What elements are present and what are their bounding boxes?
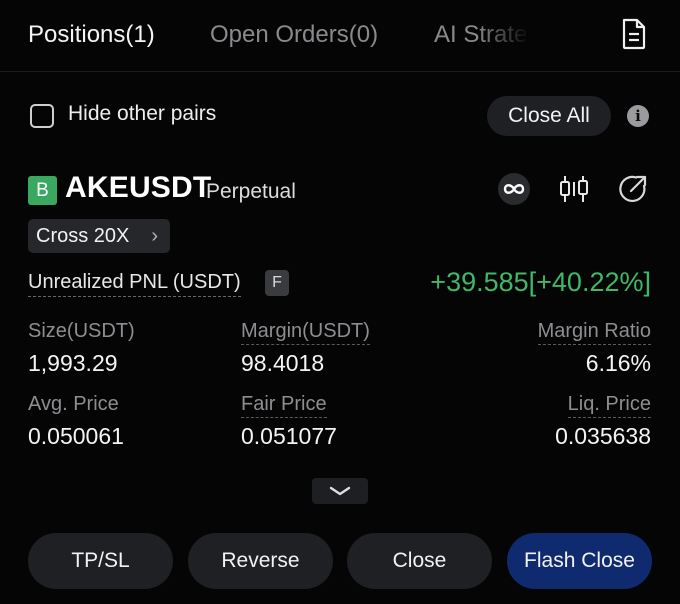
filter-row: Hide other pairs Close All i: [0, 96, 680, 136]
tab-positions[interactable]: Positions(1): [28, 20, 155, 50]
liq-price-label[interactable]: Liq. Price: [567, 393, 651, 418]
chevron-down-icon: [329, 486, 351, 496]
infinite-icon[interactable]: [497, 172, 531, 206]
reverse-button[interactable]: Reverse: [188, 533, 333, 589]
margin-ratio-label[interactable]: Margin Ratio: [537, 320, 651, 345]
hide-other-pairs-checkbox[interactable]: [30, 104, 54, 128]
document-icon[interactable]: [620, 18, 648, 50]
candlestick-chart-icon[interactable]: [557, 172, 591, 206]
size-value: 1,993.29: [28, 350, 118, 376]
expand-details-button[interactable]: [312, 478, 368, 504]
fair-price-label[interactable]: Fair Price: [241, 393, 327, 418]
leverage-label: Cross 20X: [36, 225, 130, 247]
share-icon[interactable]: [616, 172, 650, 206]
tab-ai-strategy[interactable]: AI Strate: [434, 20, 530, 50]
contract-type: Perpetual: [206, 180, 296, 203]
leverage-chip[interactable]: Cross 20X ›: [28, 219, 170, 253]
margin-value: 98.4018: [241, 350, 325, 376]
unrealized-pnl-label[interactable]: Unrealized PNL (USDT): [28, 271, 241, 297]
position-tabs: Positions(1) Open Orders(0) AI Strate: [0, 0, 680, 72]
tab-open-orders[interactable]: Open Orders(0): [210, 20, 378, 50]
tp-sl-button[interactable]: TP/SL: [28, 533, 173, 589]
size-label: Size(USDT): [28, 320, 135, 342]
info-icon[interactable]: i: [627, 105, 649, 127]
pnl-flag-badge[interactable]: F: [265, 270, 289, 296]
avg-price-value: 0.050061: [28, 423, 124, 449]
liq-price-value: 0.035638: [555, 423, 651, 449]
hide-other-pairs-label[interactable]: Hide other pairs: [68, 102, 216, 126]
unrealized-pnl-value: +39.585[+40.22%]: [430, 267, 651, 297]
buy-side-badge: B: [28, 176, 57, 205]
fair-price-value: 0.051077: [241, 423, 337, 449]
margin-ratio-value: 6.16%: [585, 350, 651, 376]
close-position-button[interactable]: Close: [347, 533, 492, 589]
avg-price-label: Avg. Price: [28, 393, 119, 415]
margin-label[interactable]: Margin(USDT): [241, 320, 370, 345]
flash-close-button[interactable]: Flash Close: [507, 533, 652, 589]
chevron-right-icon: ›: [151, 225, 158, 247]
position-symbol[interactable]: AKEUSDT: [65, 171, 211, 205]
close-all-button[interactable]: Close All: [487, 96, 611, 136]
